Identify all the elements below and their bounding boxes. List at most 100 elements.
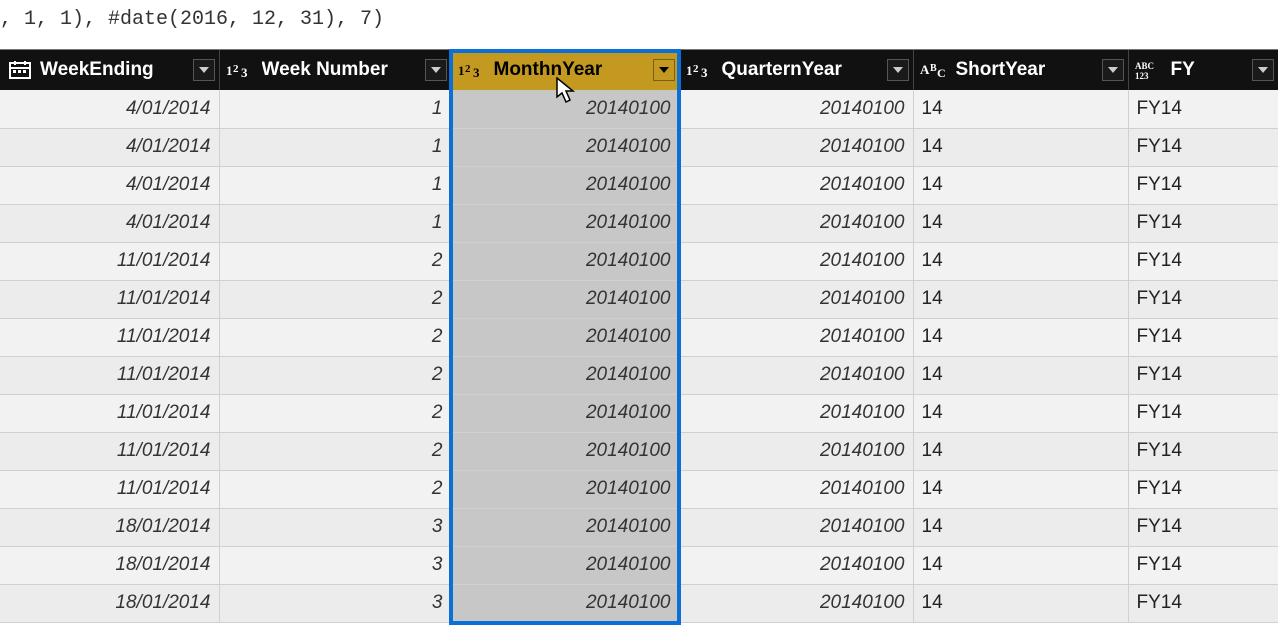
column-filter-button[interactable]	[887, 59, 909, 81]
cell[interactable]: FY14	[1128, 280, 1278, 318]
cell[interactable]: 3	[219, 584, 451, 622]
cell[interactable]: 18/01/2014	[0, 584, 219, 622]
cell[interactable]: 4/01/2014	[0, 204, 219, 242]
cell[interactable]: 14	[913, 318, 1128, 356]
cell[interactable]: 14	[913, 470, 1128, 508]
table-row[interactable]: 4/01/20141201401002014010014FY14	[0, 204, 1278, 242]
formula-bar-text[interactable]: , 1, 1), #date(2016, 12, 31), 7)	[0, 0, 1278, 49]
table-row[interactable]: 11/01/20142201401002014010014FY14	[0, 432, 1278, 470]
cell[interactable]: FY14	[1128, 356, 1278, 394]
datatype-any-icon[interactable]: ABC123	[1135, 59, 1165, 81]
cell[interactable]: 20140100	[679, 356, 913, 394]
cell[interactable]: 14	[913, 394, 1128, 432]
cell[interactable]: 14	[913, 204, 1128, 242]
cell[interactable]: 18/01/2014	[0, 546, 219, 584]
column-filter-button[interactable]	[1252, 59, 1274, 81]
cell[interactable]: 2	[219, 356, 451, 394]
table-row[interactable]: 11/01/20142201401002014010014FY14	[0, 394, 1278, 432]
cell[interactable]: 20140100	[679, 546, 913, 584]
table-row[interactable]: 18/01/20143201401002014010014FY14	[0, 546, 1278, 584]
cell[interactable]: 14	[913, 546, 1128, 584]
table-row[interactable]: 11/01/20142201401002014010014FY14	[0, 242, 1278, 280]
datatype-number-icon[interactable]: 123	[226, 59, 256, 81]
cell[interactable]: 20140100	[679, 584, 913, 622]
column-filter-button[interactable]	[193, 59, 215, 81]
column-filter-button[interactable]	[653, 59, 675, 81]
cell[interactable]: 20140100	[679, 470, 913, 508]
cell[interactable]: FY14	[1128, 584, 1278, 622]
cell[interactable]: 2	[219, 394, 451, 432]
cell[interactable]: 20140100	[679, 280, 913, 318]
column-header-quarternyear[interactable]: 123QuarternYear	[679, 50, 913, 90]
cell[interactable]: 11/01/2014	[0, 432, 219, 470]
table-row[interactable]: 4/01/20141201401002014010014FY14	[0, 90, 1278, 128]
cell[interactable]: 2	[219, 432, 451, 470]
cell[interactable]: 20140100	[451, 128, 679, 166]
cell[interactable]: 14	[913, 90, 1128, 128]
cell[interactable]: 1	[219, 166, 451, 204]
column-filter-button[interactable]	[1102, 59, 1124, 81]
cell[interactable]: 2	[219, 318, 451, 356]
cell[interactable]: 20140100	[679, 394, 913, 432]
cell[interactable]: 11/01/2014	[0, 470, 219, 508]
cell[interactable]: 20140100	[451, 242, 679, 280]
cell[interactable]: 14	[913, 128, 1128, 166]
cell[interactable]: 2	[219, 470, 451, 508]
cell[interactable]: FY14	[1128, 128, 1278, 166]
cell[interactable]: 2	[219, 280, 451, 318]
cell[interactable]: FY14	[1128, 242, 1278, 280]
cell[interactable]: 14	[913, 508, 1128, 546]
cell[interactable]: 20140100	[451, 584, 679, 622]
cell[interactable]: 20140100	[451, 432, 679, 470]
cell[interactable]: 20140100	[451, 356, 679, 394]
column-header-fy[interactable]: ABC123FY	[1128, 50, 1278, 90]
cell[interactable]: FY14	[1128, 470, 1278, 508]
cell[interactable]: 20140100	[451, 470, 679, 508]
cell[interactable]: 20140100	[451, 318, 679, 356]
cell[interactable]: 14	[913, 242, 1128, 280]
cell[interactable]: 3	[219, 546, 451, 584]
cell[interactable]: 14	[913, 280, 1128, 318]
cell[interactable]: 20140100	[451, 280, 679, 318]
cell[interactable]: 20140100	[451, 508, 679, 546]
cell[interactable]: 20140100	[679, 508, 913, 546]
cell[interactable]: 1	[219, 128, 451, 166]
column-header-weekending[interactable]: WeekEnding	[0, 50, 219, 90]
cell[interactable]: FY14	[1128, 90, 1278, 128]
table-row[interactable]: 4/01/20141201401002014010014FY14	[0, 166, 1278, 204]
cell[interactable]: 11/01/2014	[0, 242, 219, 280]
cell[interactable]: 11/01/2014	[0, 280, 219, 318]
cell[interactable]: 4/01/2014	[0, 128, 219, 166]
column-header-shortyear[interactable]: ABCShortYear	[913, 50, 1128, 90]
cell[interactable]: FY14	[1128, 546, 1278, 584]
datatype-text-icon[interactable]: ABC	[920, 59, 950, 81]
cell[interactable]: 20140100	[451, 204, 679, 242]
cell[interactable]: 2	[219, 242, 451, 280]
cell[interactable]: FY14	[1128, 204, 1278, 242]
column-header-week-number[interactable]: 123Week Number	[219, 50, 451, 90]
cell[interactable]: 20140100	[451, 166, 679, 204]
cell[interactable]: 4/01/2014	[0, 166, 219, 204]
cell[interactable]: 3	[219, 508, 451, 546]
cell[interactable]: 20140100	[679, 318, 913, 356]
column-filter-button[interactable]	[425, 59, 447, 81]
cell[interactable]: 20140100	[679, 90, 913, 128]
cell[interactable]: 20140100	[679, 432, 913, 470]
cell[interactable]: 20140100	[451, 90, 679, 128]
cell[interactable]: FY14	[1128, 432, 1278, 470]
datatype-number-icon[interactable]: 123	[458, 59, 488, 81]
table-row[interactable]: 4/01/20141201401002014010014FY14	[0, 128, 1278, 166]
cell[interactable]: FY14	[1128, 508, 1278, 546]
table-row[interactable]: 18/01/20143201401002014010014FY14	[0, 508, 1278, 546]
datatype-date-icon[interactable]	[6, 59, 34, 81]
cell[interactable]: 20140100	[679, 242, 913, 280]
cell[interactable]: 20140100	[679, 166, 913, 204]
cell[interactable]: 20140100	[451, 394, 679, 432]
cell[interactable]: 14	[913, 432, 1128, 470]
cell[interactable]: 11/01/2014	[0, 394, 219, 432]
cell[interactable]: 11/01/2014	[0, 356, 219, 394]
cell[interactable]: 14	[913, 166, 1128, 204]
cell[interactable]: 20140100	[679, 128, 913, 166]
cell[interactable]: 14	[913, 584, 1128, 622]
cell[interactable]: FY14	[1128, 318, 1278, 356]
